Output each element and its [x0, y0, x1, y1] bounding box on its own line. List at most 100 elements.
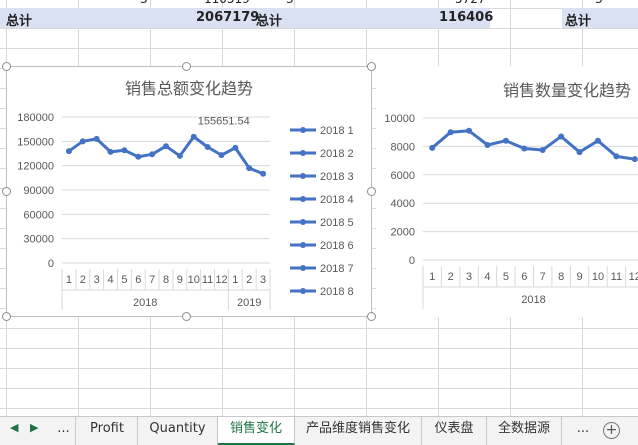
x-tick-label: 8 [558, 271, 564, 283]
x-tick-label: 5 [121, 274, 127, 286]
tab-ellipsis-right[interactable]: ... [570, 417, 596, 445]
resize-handle[interactable] [367, 187, 376, 196]
legend-marker [300, 196, 306, 202]
cell[interactable]: 5727 [455, 0, 486, 6]
tab-profit[interactable]: Profit [77, 417, 138, 445]
series-line [68, 135, 264, 176]
y-tick-label: 150000 [17, 136, 54, 148]
y-tick-label: 90000 [23, 185, 54, 197]
legend-entry: 2018 1 [320, 125, 354, 137]
sales-quantity-chart[interactable]: 销售数量变化趋势 0 2000 4000 6000 8000 10000 1 2 3 4 5 6 7 8 9 1… [376, 66, 638, 317]
x-group-label: 2019 [237, 297, 261, 309]
data-label: 155651.54 [198, 116, 250, 128]
resize-handle[interactable] [182, 312, 191, 321]
data-point [246, 165, 253, 172]
x-tick-label: 8 [163, 274, 169, 286]
data-point [576, 149, 583, 156]
data-point [539, 146, 546, 153]
data-point [260, 170, 267, 177]
legend-marker [300, 127, 306, 133]
y-tick-label: 0 [409, 255, 415, 267]
tab-product-sales-change[interactable]: 产品维度销售变化 [295, 417, 422, 445]
data-point [107, 148, 114, 155]
legend-entry: 2018 4 [320, 194, 354, 206]
x-tick-label: 4 [107, 274, 113, 286]
sales-amount-chart[interactable]: 销售总额变化趋势 0 30000 60000 90000 120000 150000 1800… [6, 66, 372, 317]
data-point [190, 133, 197, 140]
tab-sales-change[interactable]: 销售变化 [218, 417, 295, 445]
resize-handle[interactable] [2, 312, 11, 321]
x-tick-label: 3 [466, 271, 472, 283]
data-point [558, 133, 565, 140]
sales-quantity-chart-svg: 销售数量变化趋势02000400060008000100001 2 3 4 5 6 7 8 9 1… [384, 81, 638, 309]
legend-entry: 2018 5 [320, 217, 354, 229]
y-tick-label: 0 [48, 258, 54, 270]
data-point [65, 148, 72, 155]
cell[interactable]: 110519 [204, 0, 250, 6]
y-tick-label: 8000 [391, 141, 415, 153]
y-tick-label: 120000 [17, 161, 54, 173]
add-sheet-icon[interactable]: + [603, 422, 620, 439]
data-point [218, 152, 225, 159]
chart-title: 销售数量变化趋势 [503, 81, 631, 100]
data-point [429, 144, 436, 151]
x-tick-label: 7 [149, 274, 155, 286]
x-tick-label: 1 [232, 274, 238, 286]
data-point [93, 135, 100, 142]
cell[interactable]: 3 [595, 0, 603, 6]
y-tick-label: 180000 [17, 112, 54, 124]
data-point [484, 141, 491, 148]
legend-marker [300, 288, 306, 294]
legend-entry: 2018 7 [320, 263, 354, 275]
total-label[interactable]: 总计 [6, 10, 32, 29]
x-tick-label: 2 [80, 274, 86, 286]
tab-dashboard[interactable]: 仪表盘 [422, 417, 487, 445]
cell[interactable]: 3 [286, 0, 294, 6]
x-tick-label: 11 [202, 274, 213, 286]
data-point [149, 151, 156, 158]
total-label[interactable]: 总计 [256, 10, 282, 29]
x-group-label: 2018 [133, 297, 157, 309]
x-tick-label: 1 [66, 274, 72, 286]
tab-quantity[interactable]: Quantity [138, 417, 218, 445]
resize-handle[interactable] [2, 62, 11, 71]
data-point [466, 127, 473, 134]
scroll-right-icon[interactable]: ▶ [30, 421, 38, 434]
x-tick-label: 10 [592, 271, 604, 283]
total-value[interactable]: 2067179 [196, 10, 259, 25]
data-point [135, 153, 142, 160]
cell[interactable]: 3 [140, 0, 148, 6]
tab-all-data-source[interactable]: 全数据源 [487, 417, 562, 445]
tab-ellipsis-left[interactable]: ... [52, 417, 76, 445]
legend-marker [300, 150, 306, 156]
x-tick-label: 5 [503, 271, 509, 283]
data-point [232, 144, 239, 151]
y-tick-label: 10000 [384, 113, 415, 125]
x-tick-label: 9 [576, 271, 582, 283]
x-tick-label: 7 [540, 271, 546, 283]
resize-handle[interactable] [367, 62, 376, 71]
total-label[interactable]: 总计 [565, 10, 591, 29]
legend-marker [300, 242, 306, 248]
total-row: 总计 2067179 总计 116406 总计 [0, 8, 638, 29]
data-point [447, 129, 454, 136]
data-point [163, 143, 169, 150]
total-value[interactable]: 116406 [439, 10, 493, 25]
data-point [613, 153, 620, 160]
x-tick-label: 2 [246, 274, 252, 286]
resize-handle[interactable] [2, 187, 11, 196]
resize-handle[interactable] [367, 312, 376, 321]
x-tick-label: 6 [521, 271, 527, 283]
x-tick-label: 12 [215, 274, 227, 286]
y-tick-label: 60000 [23, 209, 54, 221]
resize-handle[interactable] [182, 62, 191, 71]
legend-entry: 2018 2 [320, 148, 354, 160]
scroll-left-icon[interactable]: ◀ [10, 421, 18, 434]
x-tick-label: 4 [484, 271, 490, 283]
x-tick-label: 6 [135, 274, 141, 286]
legend-marker [300, 173, 306, 179]
data-point [502, 137, 509, 144]
chart-title: 销售总额变化趋势 [125, 79, 253, 98]
data-point [79, 138, 86, 145]
legend-marker [300, 219, 306, 225]
